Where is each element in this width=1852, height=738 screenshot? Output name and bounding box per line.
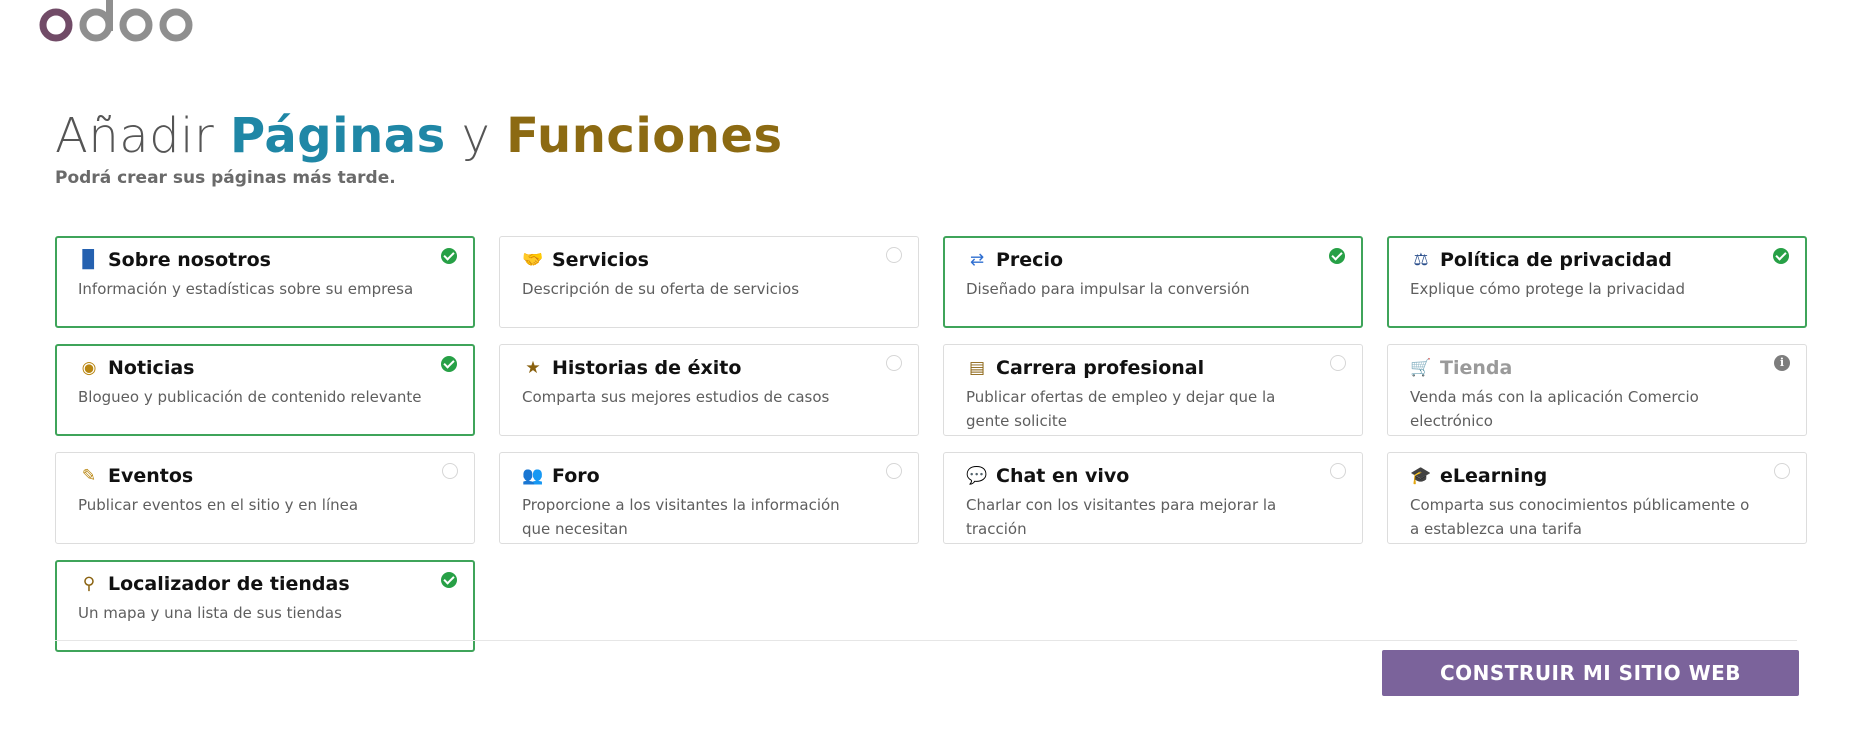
feature-title: Servicios — [552, 249, 649, 271]
feature-title: Precio — [996, 249, 1064, 271]
build-website-button[interactable]: CONSTRUIR MI SITIO WEB — [1382, 650, 1799, 696]
feature-title: Localizador de tiendas — [108, 573, 350, 595]
feature-title: Carrera profesional — [996, 357, 1205, 379]
empty-circle-icon — [1330, 355, 1346, 371]
feature-card-header: 🛒 Tienda — [1410, 355, 1758, 381]
feature-title: Foro — [552, 465, 600, 487]
graduation-cap-icon: 🎓 — [1410, 466, 1432, 486]
feature-card[interactable]: ✎ Eventos Publicar eventos en el sitio y e… — [55, 452, 475, 544]
feature-card[interactable]: ★ Historias de éxito Comparta sus mejores … — [499, 344, 919, 436]
feature-description: Información y estadísticas sobre su empr… — [78, 280, 414, 298]
divider — [55, 640, 1797, 641]
comments-icon: 💬 — [966, 466, 988, 486]
empty-circle-icon — [886, 463, 902, 479]
feature-card[interactable]: 🎓 eLearning Comparta sus conocimientos púb… — [1387, 452, 1807, 544]
odoo-logo — [39, 0, 193, 42]
empty-circle-icon — [1774, 463, 1790, 479]
handshake-icon: 🤝 — [522, 250, 544, 270]
feature-card-header: 💬 Chat en vivo — [966, 463, 1314, 489]
feature-description: Proporcione a los visitantes la informac… — [522, 496, 840, 538]
feature-grid: ▉ Sobre nosotros Información y estadística… — [55, 236, 1807, 652]
page-header: Añadir Páginas y Funciones Podrá crear s… — [55, 108, 783, 188]
feature-card-header: ◉ Noticias — [78, 355, 426, 381]
id-card-icon: ▤ — [968, 358, 986, 378]
feature-card-header: 👥 Foro — [522, 463, 870, 489]
feature-card-header: 🎓 eLearning — [1410, 463, 1758, 489]
feature-description: Charlar con los visitantes para mejorar … — [966, 496, 1277, 538]
feature-description: Venda más con la aplicación Comercio ele… — [1410, 388, 1699, 430]
check-circle-icon — [1773, 248, 1789, 264]
feature-title: eLearning — [1440, 465, 1548, 487]
feature-title: Historias de éxito — [552, 357, 742, 379]
feature-title: Noticias — [108, 357, 195, 379]
star-icon: ★ — [525, 358, 541, 378]
feature-description: Comparta sus conocimientos públicamente … — [1410, 496, 1750, 538]
ticket-icon: ✎ — [81, 466, 97, 486]
feature-card-header: ✎ Eventos — [78, 463, 426, 489]
page-subtitle: Podrá crear sus páginas más tarde. — [55, 168, 396, 188]
title-word-2: Páginas — [229, 108, 446, 164]
check-circle-icon — [441, 248, 457, 264]
empty-circle-icon — [886, 355, 902, 371]
feature-card[interactable]: ▤ Carrera profesional Publicar ofertas de … — [943, 344, 1363, 436]
feature-title: Eventos — [108, 465, 194, 487]
feature-card[interactable]: ⇄ Precio Diseñado para impulsar la convers… — [943, 236, 1363, 328]
title-word-3: y — [461, 108, 491, 164]
title-word-1: Añadir — [55, 108, 215, 164]
feature-description: Un mapa y una lista de sus tiendas — [78, 604, 342, 622]
empty-circle-icon — [1330, 463, 1346, 479]
feature-card-header: ★ Historias de éxito — [522, 355, 870, 381]
feature-card[interactable]: ▉ Sobre nosotros Información y estadística… — [55, 236, 475, 328]
feature-description: Publicar eventos en el sitio y en línea — [78, 496, 359, 514]
feature-description: Descripción de su oferta de servicios — [522, 280, 800, 298]
feature-card-header: ▤ Carrera profesional — [966, 355, 1314, 381]
check-circle-icon — [1329, 248, 1345, 264]
feature-card-header: ⚲ Localizador de tiendas — [78, 571, 426, 597]
feature-title: Chat en vivo — [996, 465, 1130, 487]
title-word-4: Funciones — [506, 108, 783, 164]
random-icon: ⇄ — [969, 250, 985, 270]
feature-title: Política de privacidad — [1440, 249, 1672, 271]
feature-card-header: 🤝 Servicios — [522, 247, 870, 273]
feature-title: Sobre nosotros — [108, 249, 271, 271]
shopping-cart-icon: 🛒 — [1410, 358, 1432, 378]
rss-icon: ◉ — [81, 358, 97, 378]
feature-description: Publicar ofertas de empleo y dejar que l… — [966, 388, 1276, 430]
book-icon: ▉ — [82, 250, 96, 270]
feature-card[interactable]: 🛒 Tienda Venda más con la aplicación Comer… — [1387, 344, 1807, 436]
check-circle-icon — [441, 356, 457, 372]
users-icon: 👥 — [522, 466, 544, 486]
feature-description: Diseñado para impulsar la conversión — [966, 280, 1250, 298]
gavel-icon: ⚖ — [1413, 250, 1429, 270]
feature-card[interactable]: 👥 Foro Proporcione a los visitantes la inf… — [499, 452, 919, 544]
feature-title: Tienda — [1440, 357, 1513, 379]
feature-card-header: ⇄ Precio — [966, 247, 1314, 273]
feature-card[interactable]: 🤝 Servicios Descripción de su oferta de se… — [499, 236, 919, 328]
check-circle-icon — [441, 572, 457, 588]
empty-circle-icon — [442, 463, 458, 479]
feature-card[interactable]: ⚲ Localizador de tiendas Un mapa y una lis… — [55, 560, 475, 652]
map-marker-icon: ⚲ — [82, 574, 96, 594]
page-title: Añadir Páginas y Funciones — [55, 108, 783, 164]
feature-description: Explique cómo protege la privacidad — [1410, 280, 1686, 298]
feature-card[interactable]: ⚖ Política de privacidad Explique cómo pro… — [1387, 236, 1807, 328]
feature-card-header: ⚖ Política de privacidad — [1410, 247, 1758, 273]
feature-card[interactable]: 💬 Chat en vivo Charlar con los visitantes … — [943, 452, 1363, 544]
info-circle-icon: i — [1774, 355, 1790, 371]
empty-circle-icon — [886, 247, 902, 263]
feature-card-header: ▉ Sobre nosotros — [78, 247, 426, 273]
feature-description: Comparta sus mejores estudios de casos — [522, 388, 830, 406]
feature-description: Blogueo y publicación de contenido relev… — [78, 388, 422, 406]
feature-card[interactable]: ◉ Noticias Blogueo y publicación de conten… — [55, 344, 475, 436]
